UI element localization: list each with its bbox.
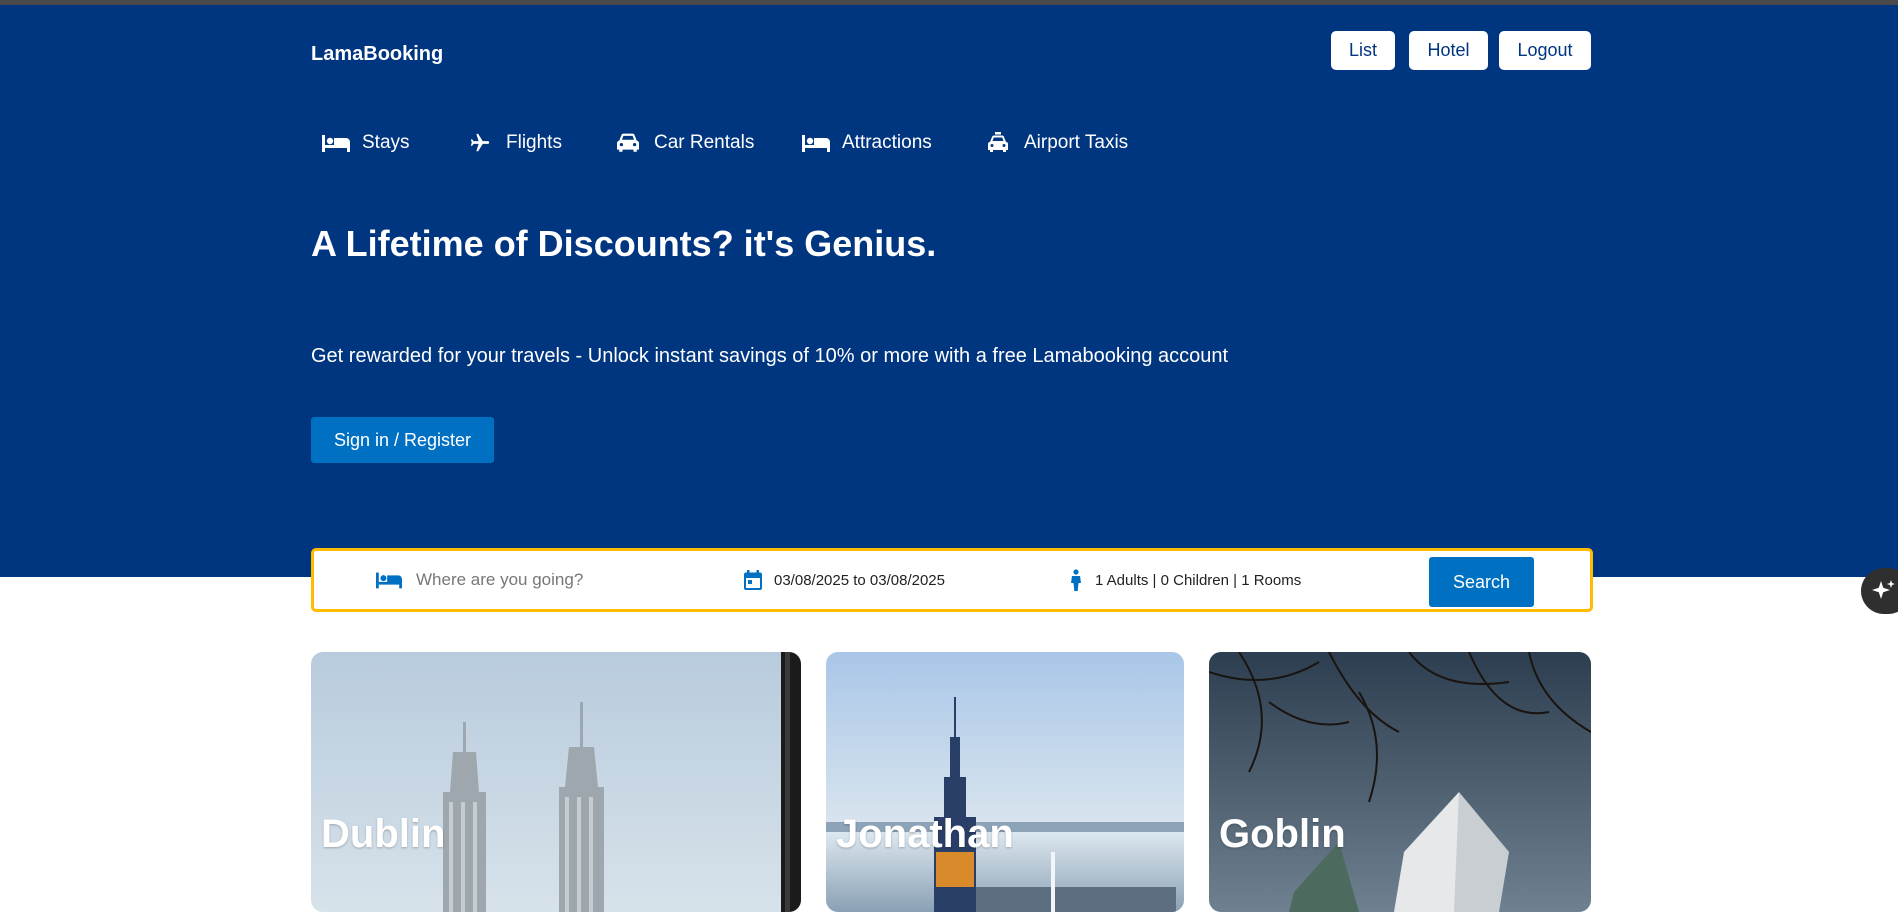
tab-car-rentals[interactable]: Car Rentals xyxy=(614,132,754,154)
car-icon xyxy=(617,133,639,152)
bed-icon xyxy=(376,572,402,589)
date-picker[interactable]: 03/08/2025 to 03/08/2025 xyxy=(744,551,945,609)
tab-label: Flights xyxy=(506,132,562,153)
logout-button[interactable]: Logout xyxy=(1499,31,1591,70)
occupancy-text: 1 Adults | 0 Children | 1 Rooms xyxy=(1095,571,1302,589)
sign-in-register-button[interactable]: Sign in / Register xyxy=(311,417,494,463)
search-button[interactable]: Search xyxy=(1429,557,1534,607)
list-button[interactable]: List xyxy=(1331,31,1395,70)
city-image xyxy=(1209,652,1591,912)
card-title: Dublin xyxy=(321,812,446,856)
tab-flights[interactable]: Flights xyxy=(466,132,562,154)
tab-stays[interactable]: Stays xyxy=(322,132,410,154)
hero-description: Get rewarded for your travels - Unlock i… xyxy=(311,345,1229,367)
date-range-text: 03/08/2025 to 03/08/2025 xyxy=(774,571,945,589)
taxi-icon xyxy=(988,132,1008,152)
sparkle-icon xyxy=(1872,580,1895,599)
tab-airport-taxis[interactable]: Airport Taxis xyxy=(984,132,1128,154)
tab-label: Car Rentals xyxy=(654,132,755,153)
bed-icon xyxy=(802,135,830,152)
featured-card-dublin[interactable]: Dublin xyxy=(311,652,801,912)
card-title: Goblin xyxy=(1219,812,1346,856)
featured-card-jonathan[interactable]: Jonathan xyxy=(826,652,1184,912)
bed-icon xyxy=(322,135,350,152)
hero-title: A Lifetime of Discounts? it's Genius. xyxy=(311,223,937,264)
city-image xyxy=(311,652,801,912)
calendar-icon xyxy=(744,570,762,590)
card-title: Jonathan xyxy=(836,812,1014,856)
tab-label: Attractions xyxy=(842,132,932,153)
occupancy-selector[interactable]: 1 Adults | 0 Children | 1 Rooms xyxy=(1069,551,1301,609)
plane-icon xyxy=(470,133,490,152)
brand-logo[interactable]: LamaBooking xyxy=(311,43,443,66)
tab-label: Airport Taxis xyxy=(1024,132,1129,153)
city-image xyxy=(826,652,1184,912)
person-icon xyxy=(1071,569,1081,591)
featured-card-goblin[interactable]: Goblin xyxy=(1209,652,1591,912)
search-bar: 03/08/2025 to 03/08/2025 1 Adults | 0 Ch… xyxy=(311,548,1593,612)
hotel-button[interactable]: Hotel xyxy=(1409,31,1488,70)
destination-input[interactable] xyxy=(414,569,668,591)
hero-header: LamaBooking List Hotel Logout Stays Flig… xyxy=(0,5,1898,577)
destination-field[interactable] xyxy=(376,551,668,609)
tab-attractions[interactable]: Attractions xyxy=(802,132,932,154)
assistant-button[interactable] xyxy=(1861,568,1898,614)
tab-label: Stays xyxy=(362,132,410,153)
